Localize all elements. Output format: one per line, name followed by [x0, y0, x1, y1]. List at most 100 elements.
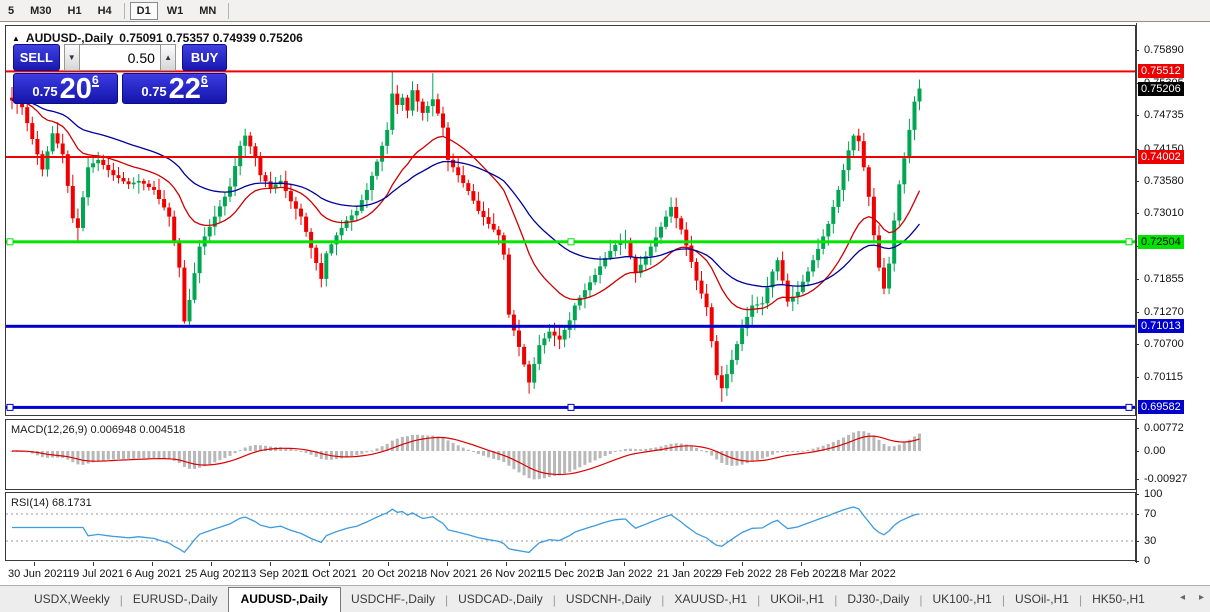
- date-label: 28 Feb 2022: [775, 568, 837, 580]
- price-tick-label: 0.70700: [1144, 338, 1184, 350]
- buy-button[interactable]: BUY: [182, 44, 227, 71]
- date-tick-mark: [152, 562, 153, 566]
- sell-price-box[interactable]: 0.75 20 6: [13, 73, 118, 104]
- date-label: 1 Oct 2021: [303, 568, 357, 580]
- macd-panel[interactable]: MACD(12,26,9) 0.006948 0.004518: [5, 419, 1136, 490]
- timeframe-toolbar: 5 M30 H1 H4 D1 W1 MN: [0, 0, 1210, 22]
- timeframe-button-5[interactable]: 5: [1, 2, 21, 20]
- toolbar-separator: [228, 2, 230, 19]
- chart-tab-hk50-h1[interactable]: HK50-,H1: [1082, 588, 1155, 612]
- date-label: 26 Nov 2021: [480, 568, 543, 580]
- date-tick-mark: [506, 562, 507, 566]
- timeframe-button-d1[interactable]: D1: [129, 1, 158, 20]
- date-label: 6 Aug 2021: [126, 568, 182, 580]
- date-label: 18 Mar 2022: [834, 568, 896, 580]
- rsi-tick-label: 70: [1144, 508, 1157, 520]
- macd-tick-label: 0.00: [1144, 445, 1166, 457]
- volume-decrease-button[interactable]: ▼: [63, 44, 80, 71]
- rsi-svg[interactable]: [6, 493, 1135, 560]
- date-tick-mark: [34, 562, 35, 566]
- date-label: 21 Jan 2022: [657, 568, 718, 580]
- timeframe-button-mn[interactable]: MN: [192, 2, 223, 20]
- chart-tab-audusd-daily[interactable]: AUDUSD-,Daily: [227, 587, 341, 612]
- price-axis[interactable]: 0.758900.753050.747350.741500.735800.730…: [1135, 23, 1210, 567]
- chart-tab-dj30-daily[interactable]: DJ30-,Daily: [837, 588, 919, 612]
- price-level-label: 0.75512: [1138, 64, 1184, 78]
- rsi-label: RSI(14) 68.1731: [11, 497, 92, 509]
- chart-tab-usdcnh-daily[interactable]: USDCNH-,Daily: [556, 588, 661, 612]
- date-tick-mark: [388, 562, 389, 566]
- rsi-panel[interactable]: RSI(14) 68.1731: [5, 492, 1136, 561]
- rsi-tick-label: 30: [1144, 535, 1157, 547]
- date-tick-mark: [270, 562, 271, 566]
- date-tick-mark: [447, 562, 448, 566]
- price-level-label: 0.75206: [1138, 82, 1184, 96]
- date-label: 19 Jul 2021: [67, 568, 124, 580]
- date-tick-mark: [93, 562, 94, 566]
- rsi-tick-label: 0: [1144, 555, 1151, 567]
- price-level-label: 0.71013: [1138, 319, 1184, 333]
- chart-ohlc-values: 0.75091 0.75357 0.74939 0.75206: [119, 31, 303, 45]
- price-tick-label: 0.73580: [1144, 175, 1184, 187]
- rsi-tick-label: 100: [1144, 488, 1163, 500]
- tab-scroll-left-icon[interactable]: ◂: [1180, 592, 1185, 603]
- tab-scroll-buttons: ◂ ▸: [1180, 592, 1204, 603]
- date-label: 15 Dec 2021: [539, 568, 602, 580]
- chart-tab-bar: USDX,Weekly | EURUSD-,Daily AUDUSD-,Daily US…: [0, 585, 1210, 612]
- chart-tab-ukoil-h1[interactable]: UKOil-,H1: [760, 588, 834, 612]
- volume-input[interactable]: [79, 44, 160, 71]
- rsi-value: 68.1731: [51, 497, 92, 509]
- rsi-canvas[interactable]: [6, 493, 1135, 560]
- sell-price-pipette: 6: [91, 73, 99, 87]
- tab-scroll-right-icon[interactable]: ▸: [1199, 592, 1204, 603]
- date-label: 30 Jun 2021: [8, 568, 69, 580]
- date-label: 9 Feb 2022: [716, 568, 772, 580]
- timeframe-button-h4[interactable]: H4: [91, 2, 119, 20]
- price-tick-label: 0.74735: [1144, 109, 1184, 121]
- price-tick-label: 0.73010: [1144, 207, 1184, 219]
- chart-tab-xauusd-h1[interactable]: XAUUSD-,H1: [664, 588, 757, 612]
- chart-tab-usdchf-daily[interactable]: USDCHF-,Daily: [341, 588, 445, 612]
- date-tick-mark: [624, 562, 625, 566]
- volume-increase-button[interactable]: ▲: [159, 44, 177, 71]
- timeframe-button-m30[interactable]: M30: [23, 2, 58, 20]
- chart-tab-usoil-h1[interactable]: USOil-,H1: [1005, 588, 1079, 612]
- date-label: 13 Sep 2021: [244, 568, 307, 580]
- date-label: 20 Oct 2021: [362, 568, 422, 580]
- date-tick-mark: [329, 562, 330, 566]
- chart-title: ▲ AUDUSD-,Daily 0.75091 0.75357 0.74939 …: [12, 31, 303, 45]
- date-tick-mark: [565, 562, 566, 566]
- sell-button[interactable]: SELL: [13, 44, 60, 71]
- date-axis[interactable]: 30 Jun 2021 19 Jul 2021 6 Aug 2021 25 Aug 2…: [5, 562, 1136, 585]
- price-level-label: 0.74002: [1138, 150, 1184, 164]
- price-tick-label: 0.71270: [1144, 306, 1184, 318]
- timeframe-button-h1[interactable]: H1: [61, 2, 89, 20]
- date-label: 3 Jan 2022: [598, 568, 653, 580]
- macd-label: MACD(12,26,9) 0.006948 0.004518: [11, 424, 186, 436]
- date-tick-mark: [801, 562, 802, 566]
- date-tick-mark: [211, 562, 212, 566]
- date-label: 8 Nov 2021: [421, 568, 478, 580]
- chart-tab-usdx-weekly[interactable]: USDX,Weekly: [24, 588, 120, 612]
- timeframe-button-w1[interactable]: W1: [160, 2, 191, 20]
- buy-price-box[interactable]: 0.75 22 6: [122, 73, 227, 104]
- chart-tab-usdcad-daily[interactable]: USDCAD-,Daily: [448, 588, 553, 612]
- sell-price-prefix: 0.75: [32, 84, 58, 99]
- price-tick-label: 0.71855: [1144, 273, 1184, 285]
- date-tick-mark: [860, 562, 861, 566]
- chart-symbol-label: AUDUSD-,Daily: [25, 31, 114, 45]
- trading-workspace: 5 M30 H1 H4 D1 W1 MN ▲ AUDUSD-,Daily 0.75091 0…: [0, 0, 1210, 612]
- price-level-label: 0.69582: [1138, 400, 1184, 414]
- date-tick-mark: [742, 562, 743, 566]
- macd-tick-label: -0.00927: [1144, 473, 1188, 485]
- one-click-trade-panel: SELL ▼ ▲ BUY 0.75 20 6 0.75 22 6: [13, 44, 227, 104]
- chart-expand-icon[interactable]: ▲: [12, 34, 20, 43]
- toolbar-separator: [123, 2, 125, 19]
- price-axis-border: [1136, 23, 1137, 563]
- date-tick-mark: [683, 562, 684, 566]
- price-tick-label: 0.70115: [1144, 371, 1183, 383]
- macd-values: 0.006948 0.004518: [90, 424, 186, 436]
- chart-tab-uk100-h1[interactable]: UK100-,H1: [922, 588, 1001, 612]
- chart-tab-eurusd-daily[interactable]: EURUSD-,Daily: [123, 588, 228, 612]
- trade-panel-top-row: SELL ▼ ▲ BUY: [13, 44, 227, 71]
